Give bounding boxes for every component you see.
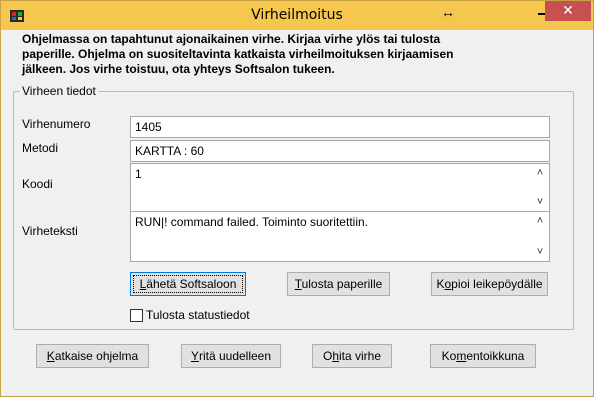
print-status-label[interactable]: Tulosta statustiedot bbox=[146, 308, 250, 322]
button-label: ulosta paperille bbox=[301, 277, 383, 291]
mnemonic: h bbox=[332, 349, 339, 363]
button-label: ritä uudelleen bbox=[198, 349, 272, 363]
scroll-down-icon[interactable]: ˅ bbox=[534, 196, 546, 208]
error-text-label: Virheteksti bbox=[22, 224, 78, 238]
title-bar[interactable]: Virheilmoitus ↔ ✕ bbox=[1, 1, 593, 30]
group-title: Virheen tiedot bbox=[20, 84, 98, 98]
error-text-field[interactable]: RUN|! command failed. Toiminto suoritett… bbox=[130, 211, 550, 262]
retry-button[interactable]: Yritä uudelleen bbox=[181, 344, 281, 368]
mnemonic: Y bbox=[190, 349, 199, 363]
copy-to-clipboard-button[interactable]: Kopioi leikepöydälle bbox=[431, 272, 548, 296]
close-icon: ✕ bbox=[562, 3, 574, 19]
button-label: Ko bbox=[441, 349, 457, 363]
close-button[interactable]: ✕ bbox=[545, 1, 591, 21]
button-label: ita virhe bbox=[339, 349, 382, 363]
button-label: O bbox=[322, 349, 333, 363]
method-label: Metodi bbox=[22, 141, 59, 155]
print-status-checkbox[interactable] bbox=[130, 309, 143, 322]
method-field[interactable]: KARTTA : 60 bbox=[130, 140, 550, 162]
scroll-down-icon[interactable]: ˅ bbox=[534, 246, 546, 258]
mnemonic: K bbox=[46, 349, 55, 363]
terminate-program-button[interactable]: Katkaise ohjelma bbox=[36, 344, 149, 368]
button-label: pioi leikepöydälle bbox=[451, 277, 543, 291]
focus-ring bbox=[133, 275, 243, 293]
resize-icon: ↔ bbox=[441, 4, 455, 20]
ignore-error-button[interactable]: Ohita virhe bbox=[312, 344, 392, 368]
send-to-softsalo-button[interactable]: Lähetä Softsaloon bbox=[130, 272, 246, 296]
code-label: Koodi bbox=[22, 177, 53, 191]
intro-message: Ohjelmassa on tapahtunut ajonaikainen vi… bbox=[22, 32, 454, 76]
scroll-up-icon[interactable]: ˄ bbox=[534, 167, 546, 179]
mnemonic: T bbox=[294, 277, 302, 291]
window-title: Virheilmoitus bbox=[251, 7, 343, 23]
button-label: entoikkuna bbox=[466, 349, 525, 363]
error-number-field[interactable]: 1405 bbox=[130, 116, 550, 138]
error-dialog: Virheilmoitus ↔ ✕ Ohjelmassa on tapahtun… bbox=[0, 0, 594, 397]
error-text-value: RUN|! command failed. Toiminto suoritett… bbox=[135, 215, 368, 229]
mnemonic: m bbox=[456, 349, 467, 363]
print-button[interactable]: Tulosta paperille bbox=[287, 272, 390, 296]
code-field[interactable]: 1 ˄ ˅ bbox=[130, 163, 550, 212]
button-label: atkaise ohjelma bbox=[54, 349, 139, 363]
error-number-label: Virhenumero bbox=[22, 117, 91, 131]
scroll-up-icon[interactable]: ˄ bbox=[534, 215, 546, 227]
code-value: 1 bbox=[135, 167, 142, 181]
command-window-button[interactable]: Komentoikkuna bbox=[430, 344, 536, 368]
